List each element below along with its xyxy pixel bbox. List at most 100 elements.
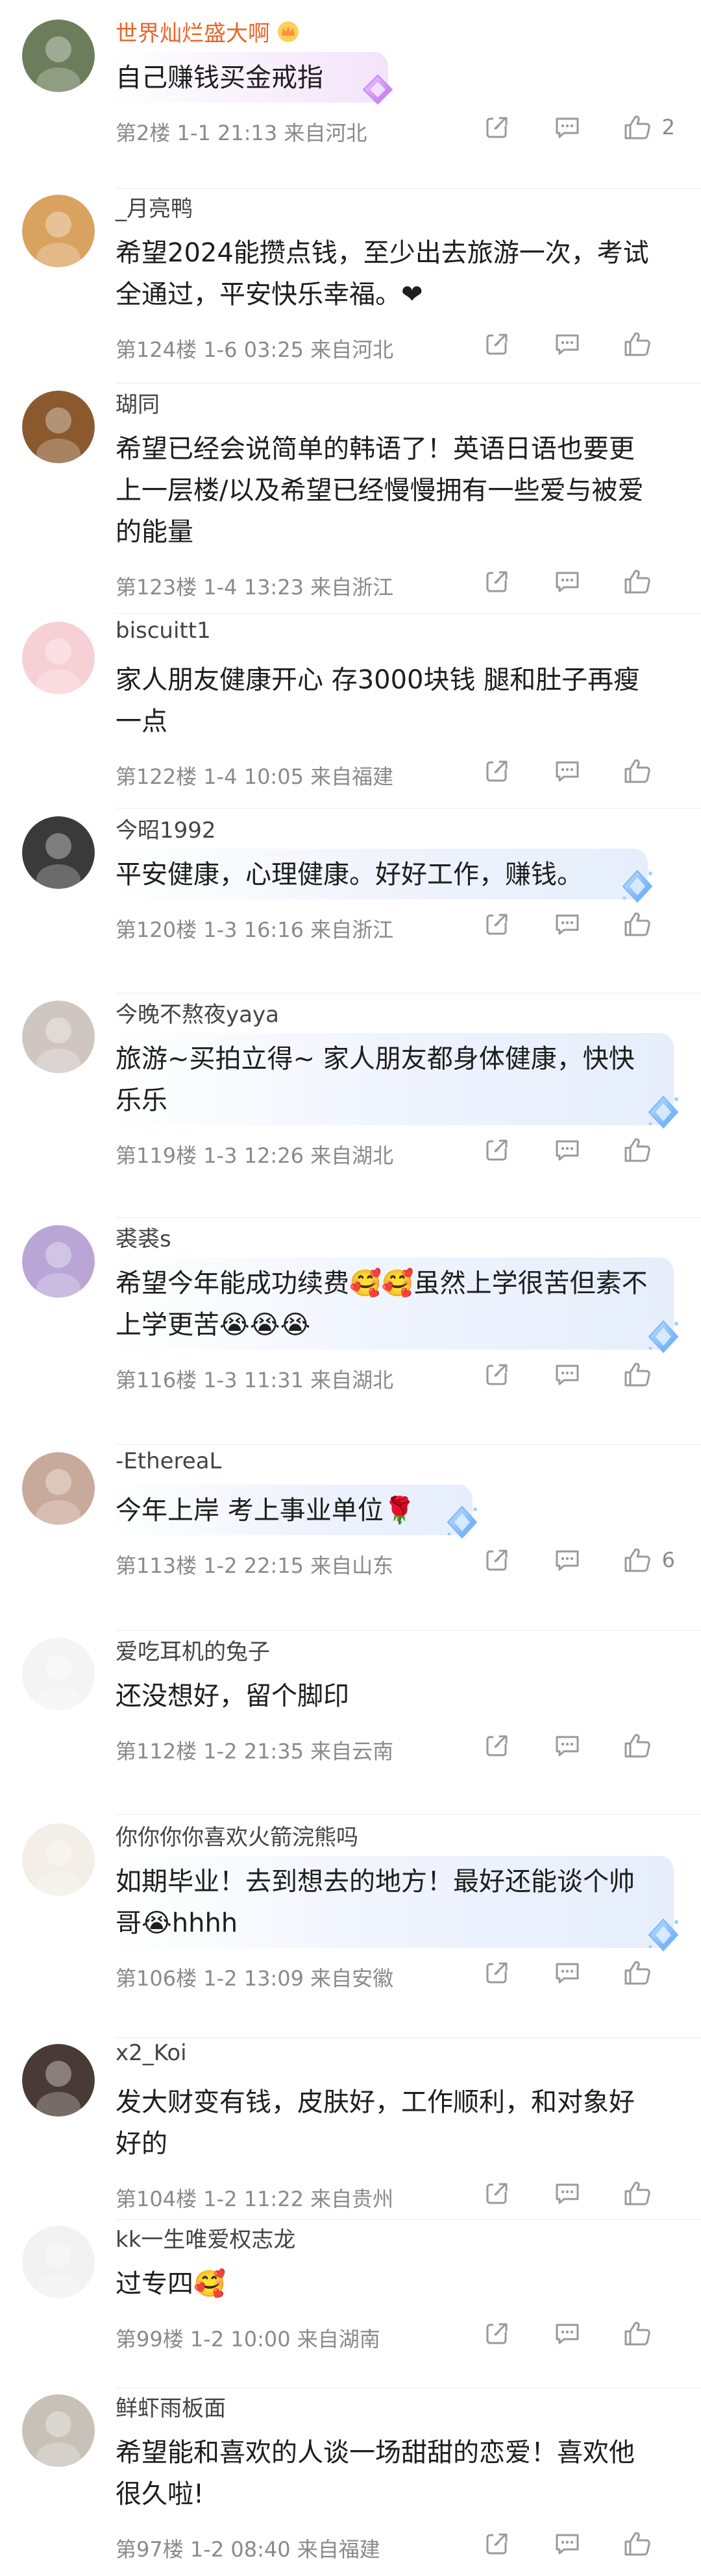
avatar[interactable]	[22, 2394, 95, 2467]
comment-icon[interactable]	[549, 753, 585, 789]
floor-number: 第122楼	[116, 764, 197, 789]
username[interactable]: 裘裘s	[116, 1221, 171, 1253]
comment-actions	[445, 563, 675, 600]
comment-text: 今年上岸 考上事业单位🌹	[116, 1496, 416, 1525]
avatar[interactable]	[22, 19, 95, 92]
floor-number: 第99楼	[116, 2327, 184, 2351]
comment-item: x2_Koi 发大财变有钱，皮肤好，工作顺利，和对象好好的 第104楼 1-2 11…	[0, 2040, 701, 2226]
thumbs-up-icon[interactable]	[619, 1132, 656, 1168]
username-text: _月亮鸭	[116, 196, 193, 222]
username[interactable]: x2_Koi	[116, 2040, 187, 2066]
comment-icon[interactable]	[549, 326, 585, 362]
thumbs-up-icon[interactable]	[619, 2175, 656, 2211]
share-icon[interactable]	[479, 2175, 515, 2211]
avatar[interactable]	[22, 1001, 95, 1073]
comment-icon[interactable]	[549, 906, 585, 942]
comment-time: 1-3 12:26	[203, 1143, 304, 1168]
avatar[interactable]	[22, 2226, 95, 2298]
comment-time: 1-2 11:22	[203, 2187, 304, 2211]
username-text: 鲜虾雨板面	[116, 2396, 226, 2422]
thumbs-up-icon[interactable]	[619, 563, 656, 600]
comment-icon[interactable]	[549, 1954, 585, 1991]
ip-location: 来自福建	[310, 764, 394, 789]
comment-time: 1-6 03:25	[203, 337, 304, 362]
divider	[116, 613, 701, 614]
comment-item: -EthereaL 今年上岸 考上事业单位🌹 第113楼 1-2 22:15 来自山…	[0, 1448, 701, 1634]
share-icon[interactable]	[479, 1356, 515, 1392]
username[interactable]: -EthereaL	[116, 1448, 221, 1474]
comment-actions	[445, 1132, 675, 1168]
username-text: 爱吃耳机的兔子	[116, 1639, 270, 1665]
floor-number: 第124楼	[116, 337, 197, 362]
share-icon[interactable]	[479, 1132, 515, 1168]
avatar[interactable]	[22, 1225, 95, 1298]
comment-icon[interactable]	[549, 1727, 585, 1764]
username-text: 裘裘s	[116, 1226, 171, 1252]
comment-icon[interactable]	[549, 1356, 585, 1392]
comment-icon[interactable]	[549, 2315, 585, 2351]
thumbs-up-icon[interactable]	[619, 1356, 656, 1392]
comment-icon[interactable]	[549, 1132, 585, 1168]
avatar[interactable]	[22, 1823, 95, 1896]
avatar[interactable]	[22, 816, 95, 889]
username[interactable]: 今昭1992	[116, 812, 216, 844]
avatar[interactable]	[22, 391, 95, 463]
comment-actions	[445, 2525, 675, 2562]
comment-item: 爱吃耳机的兔子 还没想好，留个脚印 第112楼 1-2 21:35 来自云南	[0, 1638, 701, 1819]
avatar[interactable]	[22, 2044, 95, 2117]
username[interactable]: kk一生唯爱权志龙	[116, 2222, 295, 2254]
thumbs-up-icon[interactable]	[619, 1727, 656, 1764]
thumbs-up-icon[interactable]	[619, 906, 656, 942]
comment-actions	[445, 2175, 675, 2211]
share-icon[interactable]	[479, 109, 515, 145]
avatar[interactable]	[22, 1638, 95, 1710]
avatar[interactable]	[22, 195, 95, 267]
share-icon[interactable]	[479, 1954, 515, 1991]
username[interactable]: 鲜虾雨板面	[116, 2390, 226, 2422]
comment-actions	[445, 1727, 675, 1764]
thumbs-up-icon[interactable]	[619, 753, 656, 789]
username[interactable]: _月亮鸭	[116, 191, 193, 223]
comment-icon[interactable]	[549, 1542, 585, 1578]
ip-location: 来自福建	[297, 2537, 380, 2562]
share-icon[interactable]	[479, 906, 515, 942]
share-icon[interactable]	[479, 753, 515, 789]
thumbs-up-icon[interactable]	[619, 2315, 656, 2351]
comment-time: 1-3 11:31	[203, 1368, 304, 1392]
comment-text: 平安健康，心理健康。好好工作，赚钱。	[116, 860, 583, 890]
divider	[116, 2219, 701, 2220]
username[interactable]: biscuitt1	[116, 618, 211, 644]
share-icon[interactable]	[479, 2315, 515, 2351]
share-icon[interactable]	[479, 2525, 515, 2562]
thumbs-up-icon[interactable]	[619, 109, 656, 145]
username[interactable]: 你你你你喜欢火箭浣熊吗	[116, 1819, 358, 1851]
comment-item: 鲜虾雨板面 希望能和喜欢的人谈一场甜甜的恋爱！喜欢他很久啦! 第97楼 1-2 08…	[0, 2394, 701, 2576]
ip-location: 来自河北	[284, 121, 367, 145]
comment-icon[interactable]	[549, 2525, 585, 2562]
ip-location: 来自贵州	[310, 2187, 394, 2211]
comment-meta: 第99楼 1-2 10:00 来自湖南	[116, 2323, 380, 2353]
comment-icon[interactable]	[549, 109, 585, 145]
comment-item: 你你你你喜欢火箭浣熊吗 如期毕业！去到想去的地方！最好还能谈个帅哥😭hhhh 第10…	[0, 1823, 701, 2005]
username-text: 今昭1992	[116, 818, 216, 844]
comment-icon[interactable]	[549, 2175, 585, 2211]
username[interactable]: 今晚不熬夜yaya	[116, 997, 279, 1028]
avatar[interactable]	[22, 622, 95, 694]
thumbs-up-icon[interactable]	[619, 1954, 656, 1991]
share-icon[interactable]	[479, 563, 515, 600]
username[interactable]: 爱吃耳机的兔子	[116, 1634, 270, 1666]
username[interactable]: 瑚同	[116, 387, 160, 419]
share-icon[interactable]	[479, 1542, 515, 1578]
share-icon[interactable]	[479, 326, 515, 362]
floor-number: 第123楼	[116, 575, 197, 600]
floor-number: 第2楼	[116, 121, 171, 145]
comment-icon[interactable]	[549, 563, 585, 600]
comment-text: 如期毕业！去到想去的地方！最好还能谈个帅哥😭hhhh	[116, 1867, 635, 1938]
share-icon[interactable]	[479, 1727, 515, 1764]
avatar[interactable]	[22, 1452, 95, 1525]
thumbs-up-icon[interactable]	[619, 1542, 656, 1578]
thumbs-up-icon[interactable]	[619, 326, 656, 362]
comment-item: 今晚不熬夜yaya 旅游~买拍立得~ 家人朋友都身体健康，快快乐乐 第119楼 1-…	[0, 1001, 701, 1182]
thumbs-up-icon[interactable]	[619, 2525, 656, 2562]
username[interactable]: 世界灿烂盛大啊	[116, 16, 300, 49]
